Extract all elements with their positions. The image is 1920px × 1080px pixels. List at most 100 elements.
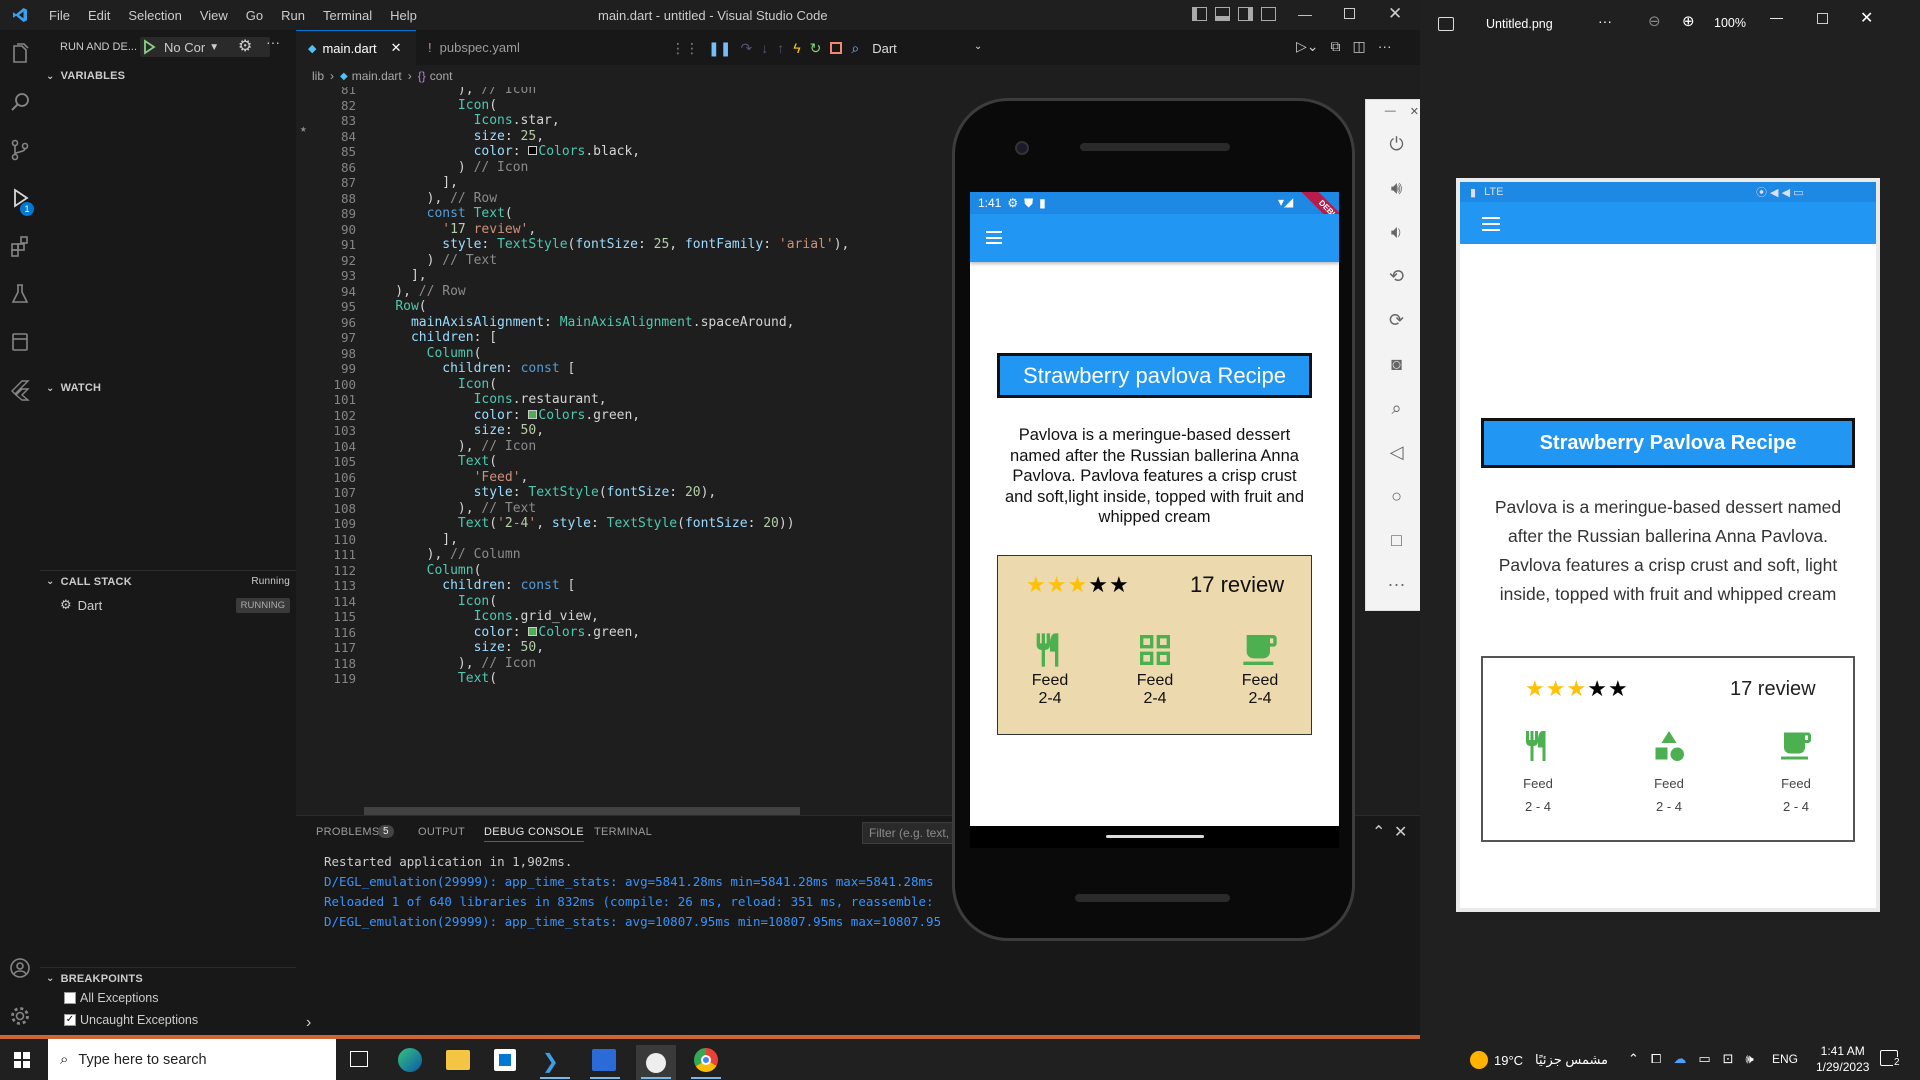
drag-handle-icon[interactable]: ⋮⋮ — [671, 40, 699, 57]
network-icon[interactable]: ⊡ — [1723, 1051, 1734, 1067]
breakpoints-section[interactable]: ⌄ BREAKPOINTS — [40, 967, 296, 989]
menu-run[interactable]: Run — [281, 8, 305, 23]
breadcrumb-symbol[interactable]: cont — [430, 69, 453, 83]
menu-selection[interactable]: Selection — [128, 8, 181, 23]
zoom-level[interactable]: 100% — [1714, 16, 1746, 30]
show-hidden-icons-chevron-icon[interactable]: ⌃ — [1628, 1051, 1639, 1067]
callstack-section[interactable]: ⌄ CALL STACK Running — [40, 570, 296, 592]
tab-main-dart[interactable]: ◆ main.dart ✕ — [296, 30, 416, 65]
menu-file[interactable]: File — [49, 8, 70, 23]
stop-icon[interactable] — [830, 42, 843, 54]
horizontal-scrollbar[interactable] — [364, 807, 800, 815]
emulator-close-icon[interactable]: ✕ — [1410, 105, 1419, 118]
menu-go[interactable]: Go — [246, 8, 263, 23]
checkbox[interactable] — [64, 992, 76, 1004]
run-dart-icon[interactable]: ▷⌄ — [1296, 38, 1319, 55]
explorer-icon[interactable] — [0, 30, 40, 78]
tab-problems[interactable]: PROBLEMS — [316, 826, 380, 838]
viewer-close-button[interactable]: ✕ — [1860, 8, 1873, 28]
console-input-chevron-icon[interactable]: › — [306, 1014, 311, 1032]
camera-screenshot-icon[interactable]: ◙ — [1366, 342, 1427, 386]
tab-pubspec-yaml[interactable]: ! pubspec.yaml — [416, 30, 551, 65]
remote-explorer-icon[interactable] — [0, 318, 40, 366]
close-panel-icon[interactable]: ✕ — [1394, 822, 1407, 842]
clock[interactable]: 1:41 AM 1/29/2023 — [1816, 1043, 1869, 1075]
volume-icon[interactable]: 🕪︎ — [1746, 1051, 1754, 1067]
overview-icon[interactable]: □ — [1366, 518, 1427, 562]
tab-debug-console[interactable]: DEBUG CONSOLE — [484, 826, 584, 842]
breakpoint-uncaught-exceptions[interactable]: ✓ Uncaught Exceptions — [64, 1013, 198, 1027]
pause-icon[interactable]: ❚❚ — [708, 40, 731, 57]
toggle-panel-icon[interactable] — [1215, 7, 1230, 21]
close-tab-icon[interactable]: ✕ — [391, 40, 402, 56]
minimize-button[interactable]: — — [1298, 6, 1312, 22]
rotate-right-icon[interactable]: ⟳ — [1366, 298, 1427, 342]
rotate-left-icon[interactable]: ⟲ — [1366, 254, 1427, 298]
hamburger-menu-icon[interactable] — [986, 231, 1002, 244]
menu-help[interactable]: Help — [390, 8, 417, 23]
chrome-taskbar-icon[interactable] — [694, 1048, 718, 1072]
source-control-icon[interactable] — [0, 126, 40, 174]
emulator-screen[interactable]: 1:41 ⚙ ⛊ ▮ ▾◢ DEBUG Strawberry pavlova R… — [970, 192, 1339, 826]
battery-icon[interactable]: ▭ — [1698, 1051, 1710, 1067]
menu-terminal[interactable]: Terminal — [323, 8, 372, 23]
restart-icon[interactable]: ↻ — [810, 40, 822, 57]
zoom-out-icon[interactable]: ⊖ — [1648, 12, 1661, 30]
chevron-up-icon[interactable]: ⌃ — [1372, 822, 1385, 842]
step-into-icon[interactable]: ↓ — [761, 40, 768, 56]
step-out-icon[interactable]: ↑ — [777, 40, 784, 56]
vscode-taskbar-icon[interactable]: ❯ — [542, 1049, 559, 1074]
flutter-icon[interactable] — [0, 366, 40, 414]
more-options-icon[interactable]: ··· — [1366, 562, 1427, 606]
step-over-icon[interactable]: ↷ — [740, 40, 752, 57]
accounts-icon[interactable] — [0, 944, 40, 992]
tab-terminal[interactable]: TERMINAL — [594, 826, 652, 838]
inspect-widget-icon[interactable]: ⌕ — [851, 40, 859, 57]
launch-config[interactable]: No Cor — [164, 40, 205, 55]
breadcrumb-lib[interactable]: lib — [312, 69, 324, 83]
volume-down-icon[interactable]: 🔉︎ — [1366, 210, 1427, 254]
more-actions-icon[interactable]: ··· — [1378, 38, 1392, 55]
toggle-secondary-sidebar-icon[interactable] — [1238, 7, 1253, 21]
watch-section[interactable]: ⌄ WATCH — [40, 377, 296, 399]
run-debug-icon[interactable]: 1 — [0, 174, 40, 222]
microsoft-store-icon[interactable] — [494, 1049, 516, 1071]
customize-layout-icon[interactable] — [1261, 7, 1276, 21]
zoom-in-icon[interactable]: ⊕ — [1682, 12, 1695, 30]
taskbar-search-box[interactable]: ⌕ Type here to search — [48, 1039, 336, 1080]
close-button[interactable]: ✕ — [1388, 4, 1402, 24]
toggle-sidebar-icon[interactable] — [1192, 7, 1207, 21]
edge-browser-icon[interactable] — [398, 1048, 422, 1072]
open-devtools-icon[interactable]: ⧉ — [1331, 38, 1341, 55]
hot-reload-icon[interactable]: ϟ — [793, 40, 800, 56]
file-explorer-icon[interactable] — [446, 1050, 470, 1070]
windows-start-icon[interactable] — [14, 1052, 30, 1068]
notification-center-icon[interactable]: 2 — [1880, 1050, 1901, 1068]
onedrive-cloud-icon[interactable]: ☁ — [1673, 1051, 1686, 1067]
back-icon[interactable]: ◁ — [1366, 430, 1427, 474]
console-filter-input[interactable]: Filter (e.g. text, ! — [862, 822, 962, 844]
viewer-more-icon[interactable]: ··· — [1598, 13, 1612, 29]
breadcrumb-file[interactable]: main.dart — [352, 69, 402, 83]
open-launch-json-gear-icon[interactable]: ⚙ — [238, 36, 252, 56]
checkbox-checked[interactable]: ✓ — [64, 1014, 76, 1026]
android-studio-taskbar-icon[interactable] — [636, 1045, 676, 1080]
search-icon[interactable] — [0, 78, 40, 126]
extensions-icon[interactable] — [0, 222, 40, 270]
call-stack-thread[interactable]: ⚙ Dart RUNNING — [60, 595, 294, 615]
photos-taskbar-icon[interactable] — [592, 1049, 616, 1071]
viewer-maximize-button[interactable] — [1817, 13, 1828, 24]
testing-icon[interactable] — [0, 270, 40, 318]
tab-output[interactable]: OUTPUT — [418, 826, 465, 838]
chevron-down-icon[interactable]: ▼ — [209, 42, 219, 53]
home-gesture-pill[interactable] — [1106, 835, 1204, 838]
variables-section[interactable]: ⌄ VARIABLES — [40, 65, 296, 87]
weather-widget[interactable]: 19°C مشمس جزئيًا — [1470, 1051, 1608, 1069]
task-view-icon[interactable] — [350, 1051, 368, 1067]
language-indicator[interactable]: ENG — [1772, 1052, 1798, 1066]
power-icon[interactable]: ⏻ — [1366, 122, 1427, 166]
volume-up-icon[interactable]: 🔊︎ — [1366, 166, 1427, 210]
split-editor-icon[interactable]: ◫ — [1353, 38, 1366, 55]
menu-view[interactable]: View — [200, 8, 228, 23]
more-actions-icon[interactable]: ··· — [266, 34, 280, 50]
